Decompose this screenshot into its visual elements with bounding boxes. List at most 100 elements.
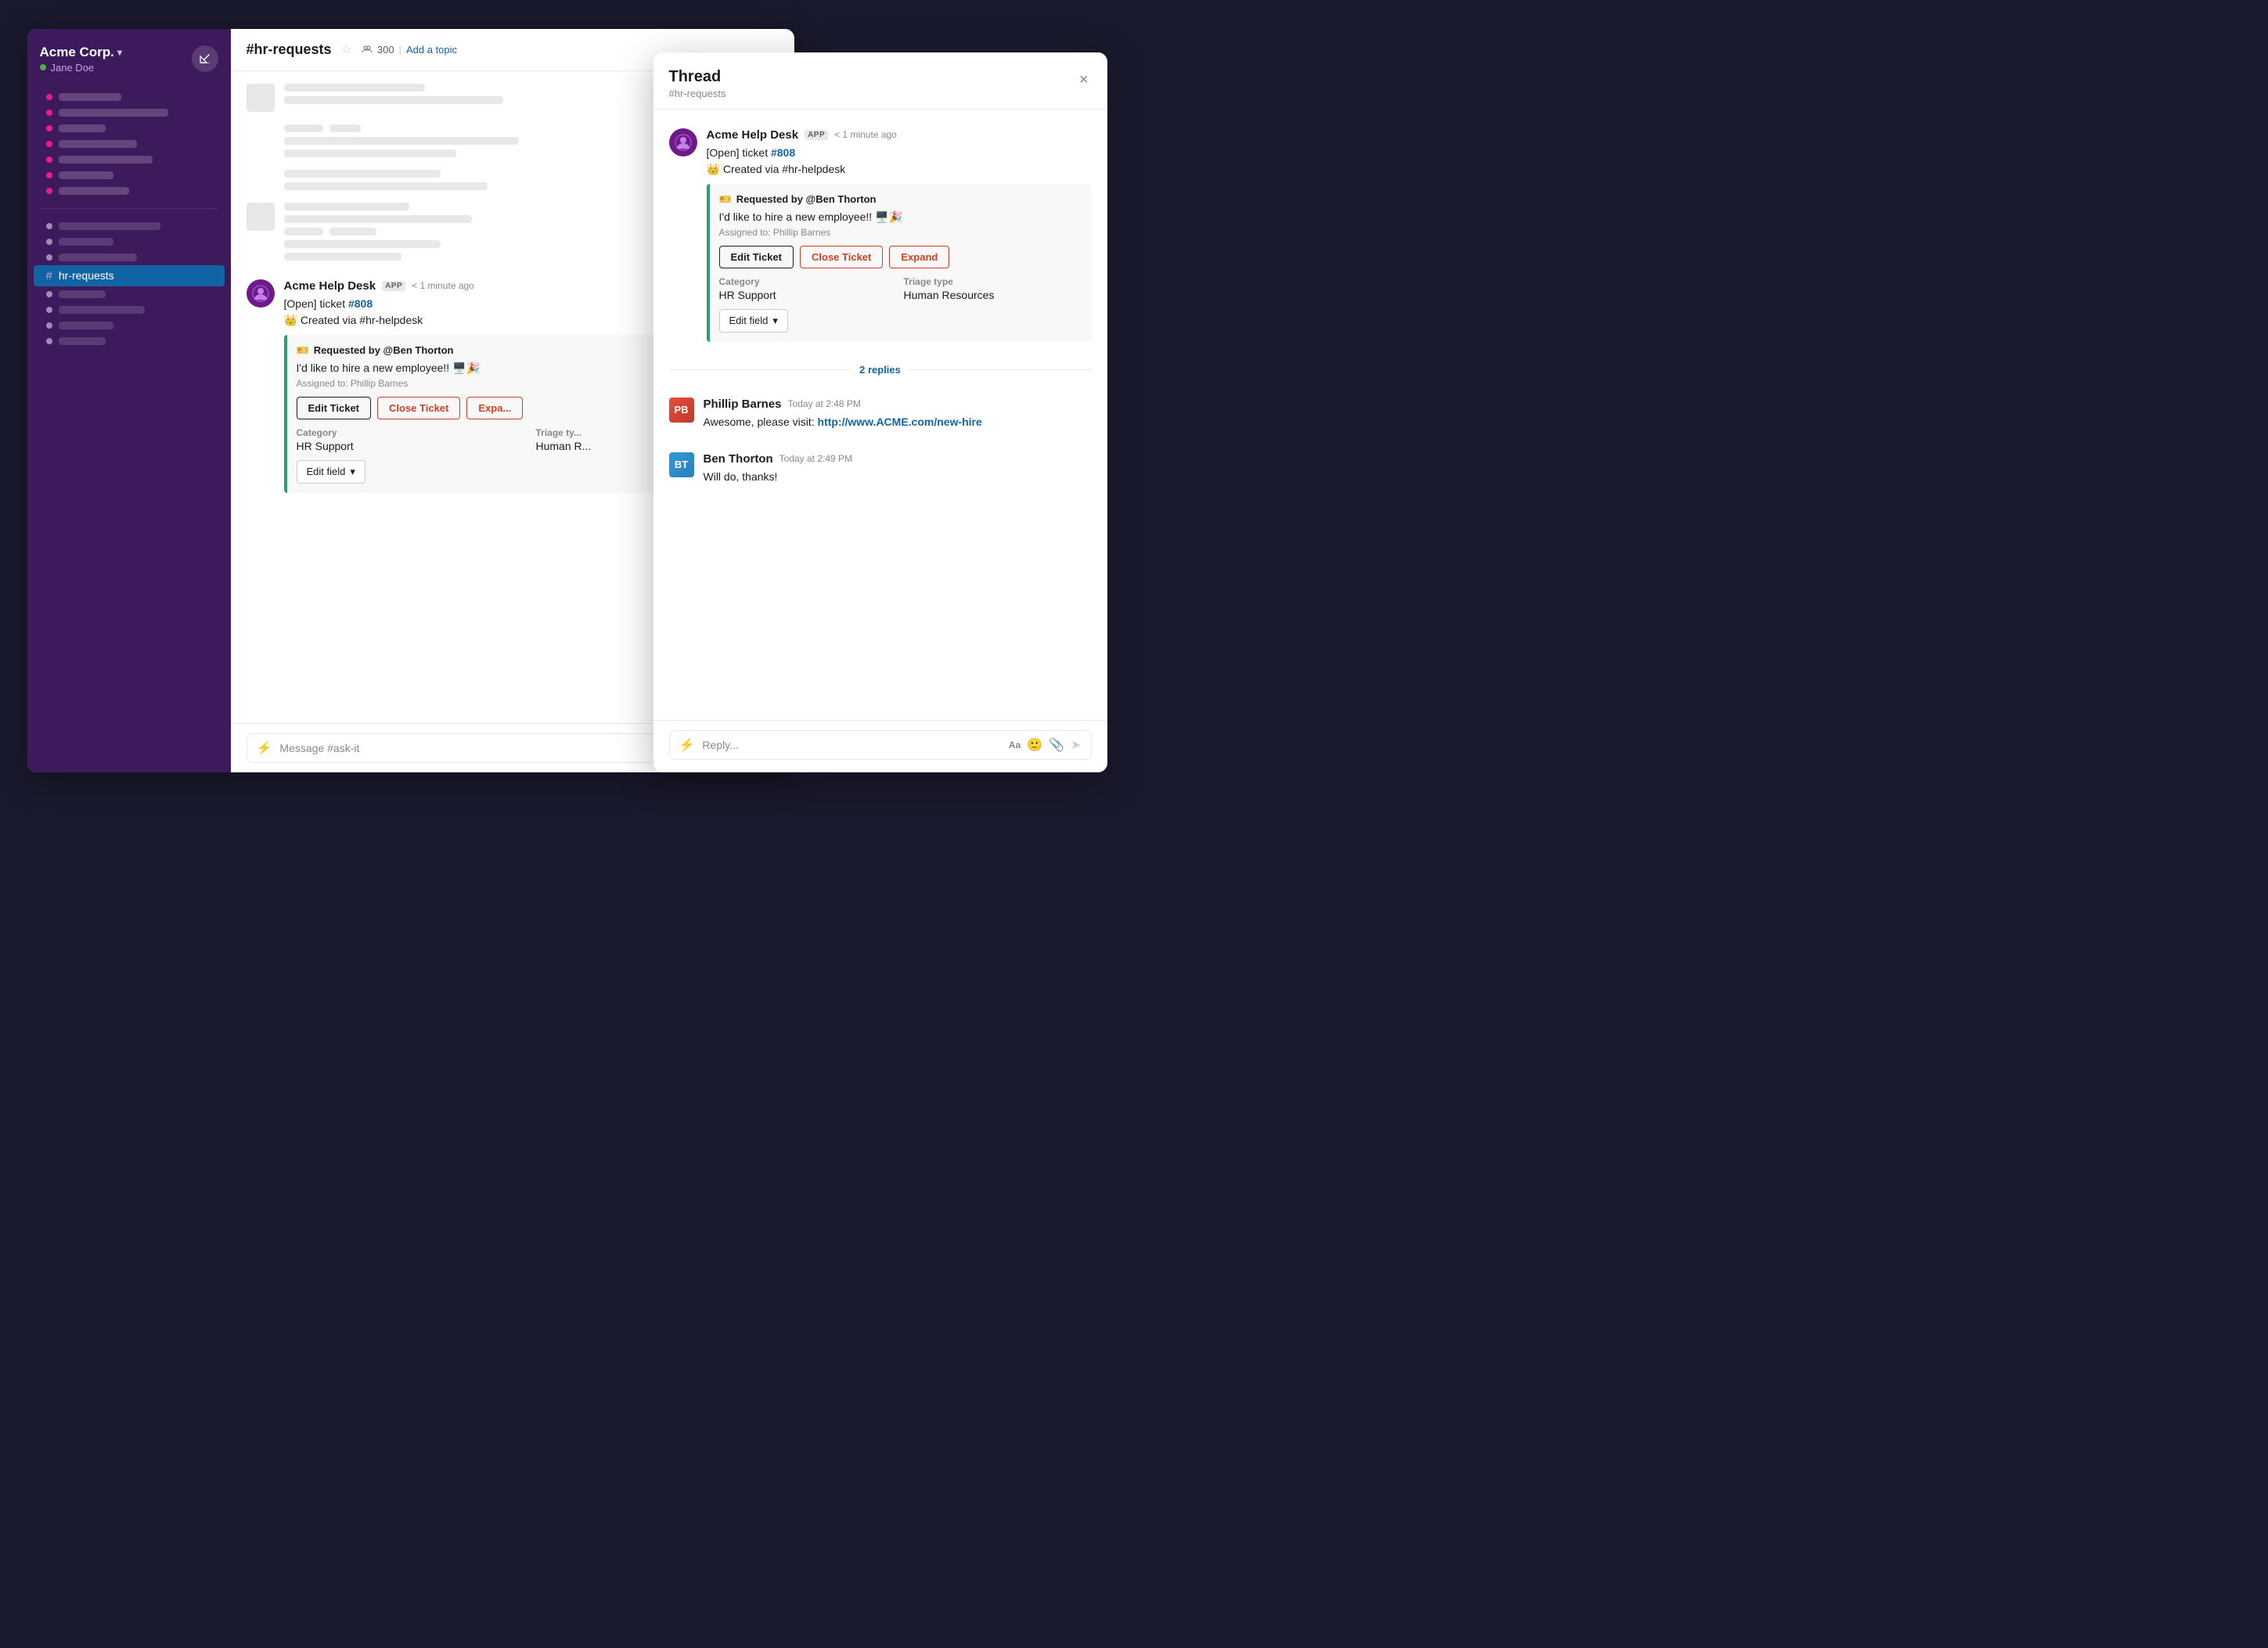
channel-title: #hr-requests [247,41,332,58]
avatar-ben-thorton: BT [669,452,694,477]
thread-message-text: [Open] ticket #808 [707,145,1092,161]
sidebar-item-5[interactable] [34,152,225,167]
thread-title: Thread [669,68,726,86]
chevron-down-icon: ▾ [772,315,778,327]
add-topic-link[interactable]: Add a topic [406,44,457,56]
thread-triage-field: Triage type Human Resources [904,276,1082,301]
sidebar-item-ch3[interactable] [34,250,225,265]
sidebar-item-ch5[interactable] [34,286,225,302]
reply-1-author: Phillip Barnes [704,398,782,411]
dot-icon [46,338,52,344]
workspace-name[interactable]: Acme Corp. ▾ [40,45,122,60]
thread-category-value: HR Support [719,289,898,301]
thread-ticket-number-link[interactable]: #808 [771,146,795,159]
sidebar-item-6[interactable] [34,167,225,183]
thread-edit-field-button[interactable]: Edit field ▾ [719,309,788,333]
close-ticket-button[interactable]: Close Ticket [377,397,460,419]
sidebar-item-ch6[interactable] [34,302,225,318]
thread-assigned-to: Assigned to: Phillip Barnes [719,227,1082,238]
thread-expand-button[interactable]: Expand [889,246,949,268]
dot-icon [46,254,52,261]
dot-icon [46,172,52,178]
reply-2-header: Ben Thorton Today at 2:49 PM [704,452,1092,466]
sidebar-item-ch8[interactable] [34,333,225,349]
ticket-number-link[interactable]: #808 [348,297,373,310]
attach-icon[interactable]: 📎 [1049,737,1064,753]
sidebar-item-2[interactable] [34,105,225,121]
chevron-down-icon: ▾ [117,47,122,58]
sidebar-item-4[interactable] [34,136,225,152]
thread-triage-label: Triage type [904,276,1082,287]
dot-icon [46,223,52,229]
emoji-icon[interactable]: 🙂 [1027,737,1042,753]
thread-message-author: Acme Help Desk [707,128,799,142]
format-icon[interactable]: Aa [1009,739,1021,750]
sidebar-item-ch1[interactable] [34,218,225,234]
thread-ticket-card: 🎫 Requested by @Ben Thorton I'd like to … [707,184,1092,342]
edit-ticket-button[interactable]: Edit Ticket [297,397,372,419]
edit-field-button[interactable]: Edit field ▾ [297,460,365,484]
thread-channel: #hr-requests [669,88,726,99]
dot-icon [46,157,52,163]
thread-ticket-actions: Edit Ticket Close Ticket Expand [719,246,1082,268]
reply-2-time: Today at 2:49 PM [779,453,852,464]
sidebar-item-ch2[interactable] [34,234,225,250]
thread-edit-ticket-button[interactable]: Edit Ticket [719,246,794,268]
member-count: 300 [377,44,394,56]
reply-2-author: Ben Thorton [704,452,773,466]
replies-count: 2 replies [859,364,901,376]
thread-message-header: Acme Help Desk APP < 1 minute ago [707,128,1092,142]
reply-2-body: Ben Thorton Today at 2:49 PM Will do, th… [704,452,1092,485]
avatar [669,128,697,157]
dot-icon [46,307,52,313]
lightning-icon: ⚡ [257,740,272,756]
reply-input-box: ⚡ Reply... Aa 🙂 📎 ➤ [669,730,1092,760]
sidebar-item-1[interactable] [34,89,225,105]
reply-2-text: Will do, thanks! [704,469,1092,485]
app-badge: APP [382,281,405,291]
online-indicator [40,64,46,70]
thread-message-body: Acme Help Desk APP < 1 minute ago [Open]… [707,128,1092,342]
thread-message-time: < 1 minute ago [834,129,897,140]
sidebar-item-3[interactable] [34,121,225,136]
message-author: Acme Help Desk [284,279,376,293]
compose-button[interactable] [192,45,218,72]
replies-divider: 2 replies [669,364,1092,376]
separator: | [399,44,401,56]
sidebar-item-ch7[interactable] [34,318,225,333]
expand-button[interactable]: Expa... [466,397,523,419]
thread-message-source: 👑 Created via #hr-helpdesk [707,161,1092,178]
sidebar-item-7[interactable] [34,183,225,199]
reply-1-time: Today at 2:48 PM [788,398,861,409]
sidebar-header: Acme Corp. ▾ Jane Doe [27,41,231,86]
hash-icon: # [46,269,52,282]
user-status: Jane Doe [40,62,122,74]
dot-icon [46,125,52,131]
ticket-requester-icon: 🎫 [719,193,732,206]
thread-triage-value: Human Resources [904,289,1082,301]
message-time: < 1 minute ago [412,280,474,291]
thread-close-button[interactable]: × [1076,68,1092,92]
thread-close-ticket-button[interactable]: Close Ticket [800,246,883,268]
dot-icon [46,291,52,297]
ticket-requester-icon: 🎫 [297,344,309,357]
avatar-phillip-barnes: PB [669,398,694,423]
star-icon[interactable]: ☆ [341,41,352,57]
send-icon[interactable]: ➤ [1071,737,1081,753]
thread-original-message: Acme Help Desk APP < 1 minute ago [Open]… [669,122,1092,348]
chevron-down-icon: ▾ [350,466,355,478]
sidebar-section-top [27,86,231,202]
reply-input[interactable]: Reply... [702,739,1000,751]
reply-1-body: Phillip Barnes Today at 2:48 PM Awesome,… [704,398,1092,430]
thread-ticket-fields: Category HR Support Triage type Human Re… [719,276,1082,301]
dot-icon [46,239,52,245]
reply-2: BT Ben Thorton Today at 2:49 PM Will do,… [669,446,1092,491]
reply-1-link[interactable]: http://www.ACME.com/new-hire [818,416,982,428]
category-value: HR Support [297,440,530,452]
sidebar-section-channels: # hr-requests [27,215,231,352]
message-input[interactable]: Message #ask-it [279,742,687,754]
category-field: Category HR Support [297,427,530,452]
sidebar-item-hr-requests[interactable]: # hr-requests [34,265,225,286]
reply-tools: Aa 🙂 📎 ➤ [1009,737,1082,753]
dot-icon [46,110,52,116]
